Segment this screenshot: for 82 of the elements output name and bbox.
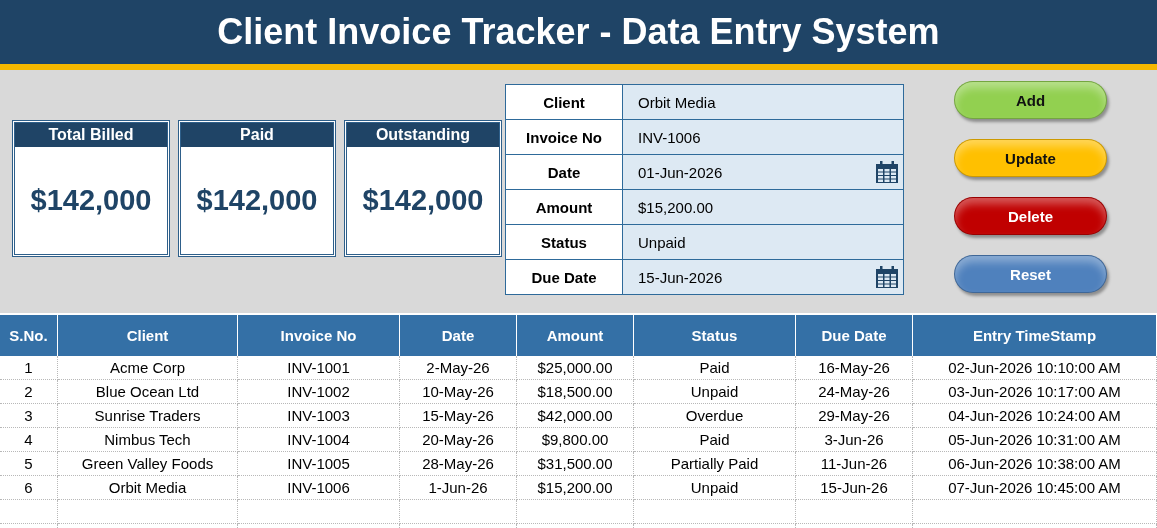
field-label: Status	[506, 225, 623, 260]
table-cell: 07-Jun-2026 10:45:00 AM	[913, 476, 1157, 500]
table-cell: 2	[0, 380, 58, 404]
table-cell: $42,000.00	[517, 404, 634, 428]
input-field[interactable]: INV-1006	[623, 120, 904, 155]
table-cell: Green Valley Foods	[58, 452, 238, 476]
table-cell: 1	[0, 356, 58, 380]
table-cell: $25,000.00	[517, 356, 634, 380]
field-label: Amount	[506, 190, 623, 225]
table-cell: 05-Jun-2026 10:31:00 AM	[913, 428, 1157, 452]
table-cell: $9,800.00	[517, 428, 634, 452]
table-cell: 20-May-26	[400, 428, 517, 452]
kpi-value: $142,000	[362, 184, 484, 217]
table-cell: 4	[0, 428, 58, 452]
column-header: Entry TimeStamp	[913, 315, 1157, 356]
field-label: Due Date	[506, 260, 623, 295]
calendar-icon[interactable]	[875, 160, 899, 184]
input-field[interactable]: 15-Jun-2026	[623, 260, 904, 295]
table-cell: Sunrise Traders	[58, 404, 238, 428]
table-cell: 6	[0, 476, 58, 500]
table-cell: Partially Paid	[634, 452, 796, 476]
kpi-value: $142,000	[196, 184, 318, 217]
column-header: Date	[400, 315, 517, 356]
table-cell: INV-1001	[238, 356, 400, 380]
table-cell: INV-1004	[238, 428, 400, 452]
table-cell: Paid	[634, 428, 796, 452]
table-cell: INV-1003	[238, 404, 400, 428]
table-cell: 06-Jun-2026 10:38:00 AM	[913, 452, 1157, 476]
input-field[interactable]: Unpaid	[623, 225, 904, 260]
table-cell: $31,500.00	[517, 452, 634, 476]
input-field[interactable]: $15,200.00	[623, 190, 904, 225]
field-label: Client	[506, 85, 623, 120]
table-cell: 3	[0, 404, 58, 428]
input-field[interactable]: Orbit Media	[623, 85, 904, 120]
empty-cell	[0, 500, 58, 524]
table-cell: Blue Ocean Ltd	[58, 380, 238, 404]
table-cell: INV-1002	[238, 380, 400, 404]
table-cell: 02-Jun-2026 10:10:00 AM	[913, 356, 1157, 380]
kpi-value: $142,000	[30, 184, 152, 217]
column-header: Client	[58, 315, 238, 356]
table-cell: 1-Jun-26	[400, 476, 517, 500]
table-cell: INV-1006	[238, 476, 400, 500]
calendar-icon[interactable]	[875, 265, 899, 289]
page-title: Client Invoice Tracker - Data Entry System	[217, 11, 940, 53]
table-cell: 24-May-26	[796, 380, 913, 404]
column-header: S.No.	[0, 315, 58, 356]
table-cell: 11-Jun-26	[796, 452, 913, 476]
table-cell: 16-May-26	[796, 356, 913, 380]
field-label: Invoice No	[506, 120, 623, 155]
action-button[interactable]: Add	[954, 81, 1107, 119]
field-label: Date	[506, 155, 623, 190]
table-cell: 15-May-26	[400, 404, 517, 428]
table-cell: Unpaid	[634, 380, 796, 404]
table-cell: 28-May-26	[400, 452, 517, 476]
column-header: Status	[634, 315, 796, 356]
table-cell: Acme Corp	[58, 356, 238, 380]
table-cell: $18,500.00	[517, 380, 634, 404]
table-cell: 15-Jun-26	[796, 476, 913, 500]
table-cell: $15,200.00	[517, 476, 634, 500]
column-header: Amount	[517, 315, 634, 356]
table-cell: 5	[0, 452, 58, 476]
kpi-label: Total Billed	[15, 123, 167, 147]
table-cell: INV-1005	[238, 452, 400, 476]
action-button[interactable]: Reset	[954, 255, 1107, 293]
table-cell: 29-May-26	[796, 404, 913, 428]
column-header: Due Date	[796, 315, 913, 356]
table-cell: 10-May-26	[400, 380, 517, 404]
table-cell: Nimbus Tech	[58, 428, 238, 452]
table-cell: 04-Jun-2026 10:24:00 AM	[913, 404, 1157, 428]
table-cell: Unpaid	[634, 476, 796, 500]
column-header: Invoice No	[238, 315, 400, 356]
kpi-label: Outstanding	[347, 123, 499, 147]
table-cell: Orbit Media	[58, 476, 238, 500]
table-cell: 3-Jun-26	[796, 428, 913, 452]
table-cell: Paid	[634, 356, 796, 380]
action-button[interactable]: Update	[954, 139, 1107, 177]
input-field[interactable]: 01-Jun-2026	[623, 155, 904, 190]
table-cell: 2-May-26	[400, 356, 517, 380]
action-button[interactable]: Delete	[954, 197, 1107, 235]
table-cell: Overdue	[634, 404, 796, 428]
table-cell: 03-Jun-2026 10:17:00 AM	[913, 380, 1157, 404]
kpi-label: Paid	[181, 123, 333, 147]
